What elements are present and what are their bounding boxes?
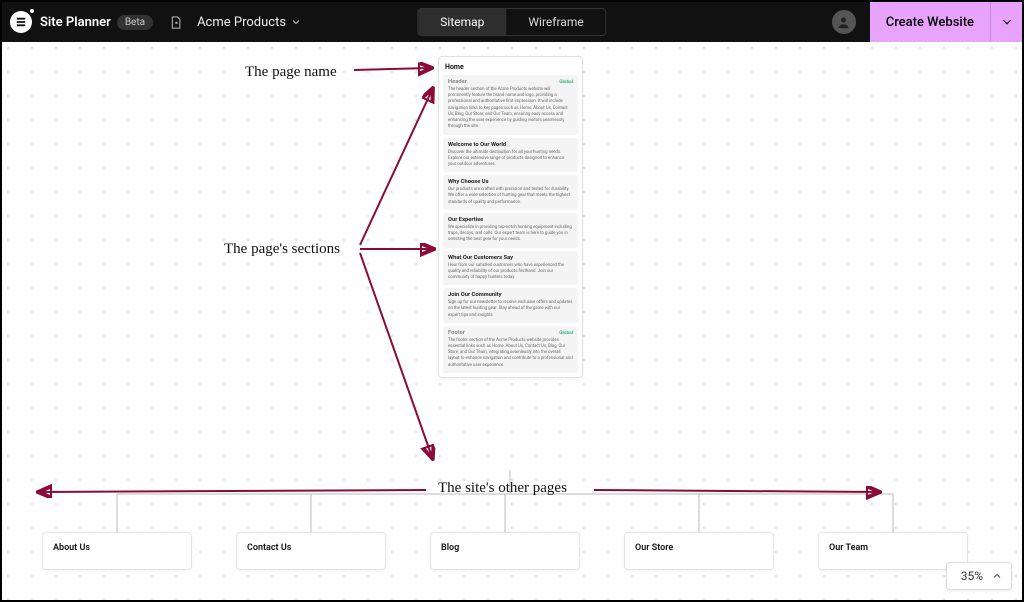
page-section[interactable]: Our Expertise We specialize in providing … [443, 213, 578, 248]
section-body: Discover the ultimate destination for al… [448, 150, 573, 169]
annotation-page-name: The page name [245, 64, 337, 81]
section-body: Our products are crafted with precision … [448, 187, 573, 206]
chevron-up-icon [991, 570, 1003, 582]
section-body: Hear from our satisfied customers who ha… [448, 263, 573, 282]
site-name-label: Acme Products [197, 15, 286, 30]
beta-badge: Beta [117, 15, 153, 30]
page-section[interactable]: Welcome to Our World Discover the ultimat… [443, 138, 578, 173]
page-card-home[interactable]: Home Header Global The header section of t… [438, 56, 583, 378]
page-title: Our Store [635, 543, 673, 553]
section-body: We specialize in providing top-notch hun… [448, 225, 573, 244]
page-card[interactable]: Our Store [624, 532, 774, 570]
page-title: Blog [441, 543, 459, 553]
section-title: Why Choose Us [448, 179, 489, 185]
page-section[interactable]: Header Global The header section of the Ac… [443, 75, 578, 135]
section-title: Join Our Community [448, 292, 502, 298]
page-card[interactable]: Blog [430, 532, 580, 570]
app-logo-icon [10, 11, 32, 33]
chevron-down-icon [1000, 15, 1014, 29]
section-title: Our Expertise [448, 217, 483, 223]
site-name-dropdown[interactable]: Acme Products [197, 15, 302, 30]
section-body: The footer section of the Acme Products … [448, 338, 573, 369]
annotation-other-pages: The site's other pages [438, 480, 567, 497]
topbar: Site Planner Beta Acme Products Sitemap … [2, 2, 1022, 42]
app-name: Site Planner [40, 15, 111, 30]
view-tabs: Sitemap Wireframe [417, 8, 606, 36]
section-title: Header [448, 79, 467, 85]
tab-sitemap[interactable]: Sitemap [418, 9, 506, 35]
section-body: Sign up for our newsletter to receive ex… [448, 300, 573, 319]
section-badge-global: Global [559, 80, 573, 85]
user-avatar-icon[interactable] [832, 10, 856, 34]
section-badge-global: Global [559, 331, 573, 336]
page-card[interactable]: Contact Us [236, 532, 386, 570]
page-section[interactable]: Footer Global The footer section of the Ac… [443, 326, 578, 373]
page-title: Contact Us [247, 543, 291, 553]
page-title: Home [443, 61, 578, 75]
annotation-page-sections: The page's sections [224, 241, 340, 258]
tab-wireframe[interactable]: Wireframe [506, 9, 605, 35]
create-website-dropdown[interactable] [990, 2, 1022, 42]
section-title: What Our Customers Say [448, 255, 513, 261]
sitemap-canvas[interactable]: Home Header Global The header section of t… [2, 42, 1022, 600]
page-section[interactable]: What Our Customers Say Hear from our sati… [443, 251, 578, 286]
create-website-button[interactable]: Create Website [870, 2, 990, 42]
zoom-control[interactable]: 35% [946, 562, 1012, 590]
topbar-right: Create Website [832, 2, 1022, 42]
page-title: About Us [53, 543, 90, 553]
page-section[interactable]: Join Our Community Sign up for our newsle… [443, 288, 578, 323]
section-title: Footer [448, 330, 465, 336]
section-body: The header section of the Acme Products … [448, 87, 573, 131]
zoom-value: 35% [961, 569, 983, 583]
section-title: Welcome to Our World [448, 142, 506, 148]
page-title: Our Team [829, 543, 868, 553]
page-card[interactable]: About Us [42, 532, 192, 570]
document-icon[interactable] [167, 14, 183, 30]
page-section[interactable]: Why Choose Us Our products are crafted wi… [443, 175, 578, 210]
chevron-down-icon [290, 16, 302, 28]
